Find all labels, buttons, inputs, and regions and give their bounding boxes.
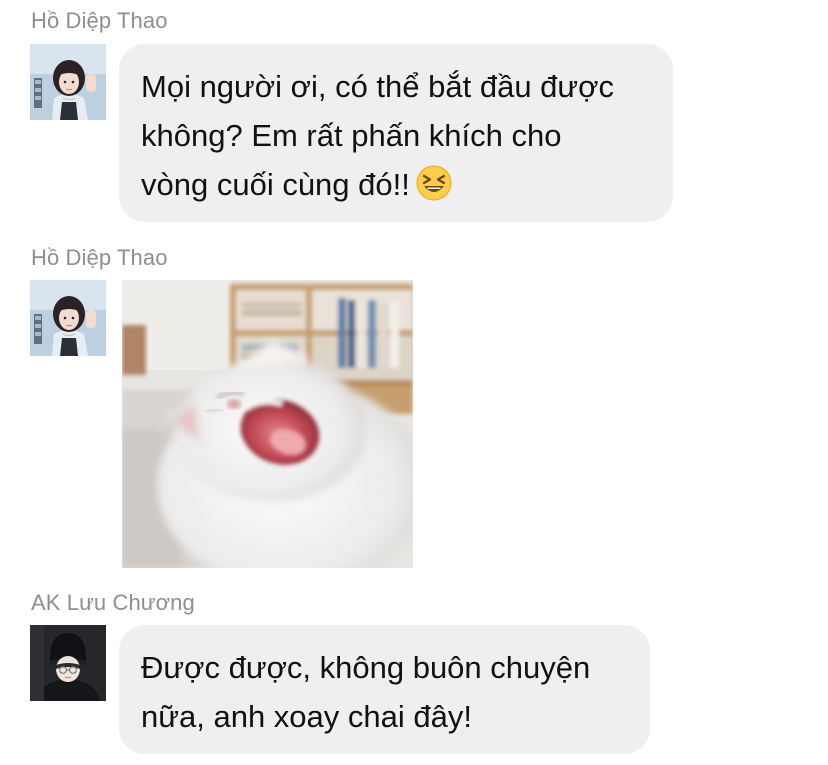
message-text-line: Mọi người ơi, có thể bắt đầu được [141, 69, 614, 104]
user-avatar-beanie-icon[interactable] [30, 625, 106, 701]
message-bubble[interactable]: Được được, không buôn chuyện nữa, anh xo… [119, 625, 650, 754]
message-text-line: nữa, anh xoay chai đây! [141, 699, 472, 734]
yawning-white-cat-photo[interactable] [122, 280, 413, 568]
message-text-line: vòng cuối cùng đó!! [141, 167, 410, 202]
sender-name: AK Lưu Chương [31, 590, 195, 615]
user-avatar-girl-icon[interactable] [30, 280, 106, 356]
message-text-line-with-emoji: vòng cuối cùng đó!! [141, 160, 651, 209]
laughing-squint-emoji-icon [416, 165, 452, 201]
sender-name: Hồ Diệp Thao [31, 245, 168, 270]
user-avatar-girl-icon[interactable] [30, 44, 106, 120]
message-bubble[interactable]: Mọi người ơi, có thể bắt đầu được không?… [119, 44, 673, 222]
message-text-line: không? Em rất phấn khích cho [141, 118, 562, 153]
sender-name: Hồ Diệp Thao [31, 8, 168, 33]
message-text-line: Được được, không buôn chuyện [141, 650, 591, 685]
